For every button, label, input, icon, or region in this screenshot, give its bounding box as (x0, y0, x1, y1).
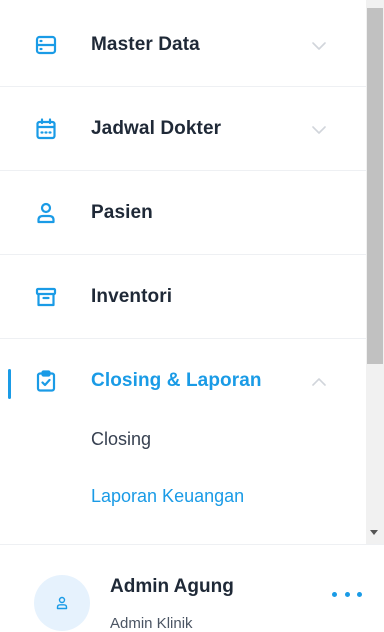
sidebar-item-inventori[interactable]: Inventori (0, 255, 366, 339)
scrollbar-thumb[interactable] (367, 8, 383, 364)
sidebar-item-label: Pasien (91, 202, 153, 223)
user-icon (55, 596, 69, 610)
archive-icon (35, 286, 57, 308)
user-profile: Admin Agung Admin Klinik (0, 544, 384, 632)
scroll-down-arrow-icon[interactable] (370, 530, 378, 535)
sidebar: Master Data Jadwal Dokter Pasien Invento… (0, 0, 384, 632)
profile-role: Admin Klinik (110, 615, 193, 632)
avatar[interactable] (34, 575, 90, 631)
user-icon (35, 202, 57, 224)
sidebar-item-closing-laporan[interactable]: Closing & Laporan (0, 339, 366, 401)
subnav-item-closing[interactable]: Closing (91, 429, 151, 450)
chevron-up-icon[interactable] (311, 374, 327, 390)
active-indicator (8, 369, 11, 399)
calendar-icon (35, 118, 57, 140)
profile-name: Admin Agung (110, 576, 234, 597)
dot (332, 591, 337, 597)
chevron-down-icon[interactable] (311, 38, 327, 54)
sidebar-item-pasien[interactable]: Pasien (0, 171, 366, 255)
more-horizontal-icon[interactable] (332, 587, 362, 601)
sidebar-item-label: Inventori (91, 286, 173, 307)
sidebar-item-label: Closing & Laporan (91, 370, 262, 391)
clipboard-check-icon (35, 370, 57, 392)
server-icon (35, 34, 57, 56)
sidebar-item-label: Jadwal Dokter (91, 118, 222, 139)
sidebar-item-master-data[interactable]: Master Data (0, 3, 366, 87)
chevron-down-icon[interactable] (311, 122, 327, 138)
dot (357, 591, 362, 597)
sidebar-nav: Master Data Jadwal Dokter Pasien Invento… (0, 0, 366, 544)
subnav-item-laporan-keuangan[interactable]: Laporan Keuangan (91, 486, 244, 507)
sidebar-item-label: Master Data (91, 34, 200, 55)
sidebar-item-jadwal-dokter[interactable]: Jadwal Dokter (0, 87, 366, 171)
dot (344, 591, 350, 597)
